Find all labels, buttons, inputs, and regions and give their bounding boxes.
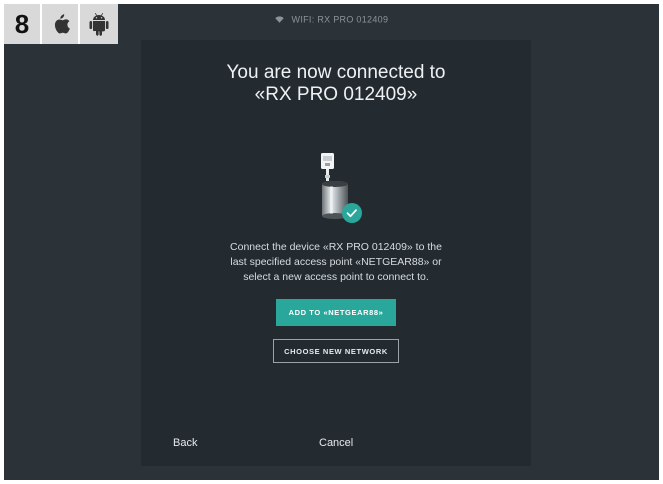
choose-new-network-button[interactable]: CHOOSE NEW NETWORK <box>273 339 399 363</box>
add-to-network-button[interactable]: ADD TO «NETGEAR88» <box>276 299 396 326</box>
description-line-2: last specified access point «NETGEAR88» … <box>230 256 442 268</box>
apple-icon <box>42 4 80 44</box>
description-line-3: select a new access point to connect to. <box>243 271 429 283</box>
app-screen: WIFI: RX PRO 012409 You are now connecte… <box>4 4 659 480</box>
title-line-1: You are now connected to <box>226 62 446 83</box>
rx-pro-device-image <box>321 153 362 223</box>
wifi-status-text: WIFI: RX PRO 012409 <box>291 14 389 25</box>
back-button[interactable]: Back <box>173 437 197 449</box>
dialog-title: You are now connected to «RX PRO 012409» <box>141 62 531 106</box>
check-badge-icon <box>342 203 362 223</box>
connection-dialog: You are now connected to «RX PRO 012409» <box>141 40 531 466</box>
wifi-icon <box>275 16 284 23</box>
connection-description: Connect the device «RX PRO 012409» to th… <box>211 240 461 285</box>
step-badge: 8 <box>4 4 118 44</box>
cancel-button[interactable]: Cancel <box>319 437 353 449</box>
description-line-1: Connect the device «RX PRO 012409» to th… <box>230 241 442 253</box>
step-number: 8 <box>4 4 42 44</box>
title-line-2: «RX PRO 012409» <box>254 84 418 105</box>
android-icon <box>80 4 118 44</box>
